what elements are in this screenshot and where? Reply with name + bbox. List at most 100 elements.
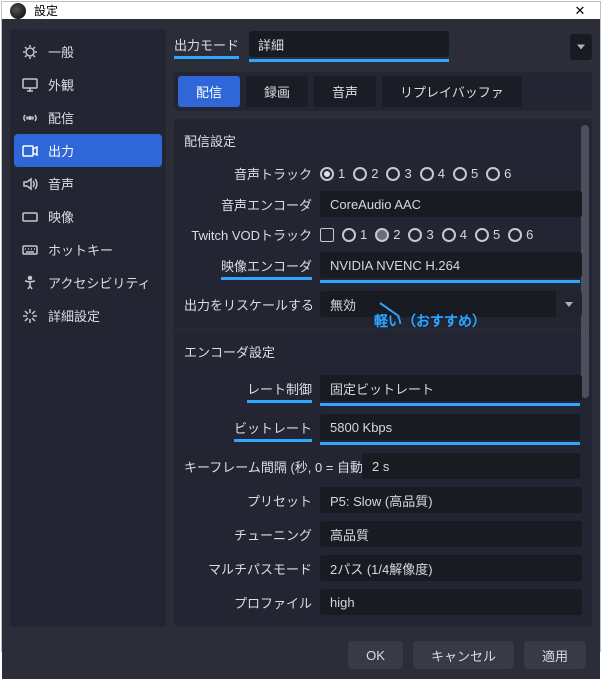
sidebar-item-label: 一般 bbox=[48, 42, 74, 61]
row-bitrate: ビットレート 5800 Kbps bbox=[184, 410, 582, 449]
close-icon[interactable]: ✕ bbox=[568, 3, 592, 19]
tab-stream[interactable]: 配信 bbox=[178, 76, 240, 107]
sidebar-item-label: ホットキー bbox=[48, 240, 113, 259]
output-mode-value: 詳細 bbox=[258, 35, 284, 54]
tab-audio[interactable]: 音声 bbox=[314, 76, 376, 107]
vod-track-2[interactable]: 2 bbox=[375, 227, 400, 242]
vod-track-1[interactable]: 1 bbox=[342, 227, 367, 242]
video-encoder-label: 映像エンコーダ bbox=[221, 256, 312, 280]
stream-group-title: 配信設定 bbox=[184, 127, 582, 160]
audio-track-2[interactable]: 2 bbox=[353, 166, 378, 181]
sidebar-item-label: 配信 bbox=[48, 108, 74, 127]
sidebar-item-hotkeys[interactable]: ホットキー bbox=[10, 233, 166, 266]
output-mode-caret[interactable] bbox=[570, 34, 592, 60]
audio-track-6[interactable]: 6 bbox=[486, 166, 511, 181]
apply-button[interactable]: 適用 bbox=[524, 641, 586, 669]
multipass-label: マルチパスモード bbox=[184, 559, 312, 578]
rate-control-select[interactable]: 固定ビットレート bbox=[320, 375, 582, 401]
rate-control-label: レート制御 bbox=[247, 379, 312, 403]
tab-replay[interactable]: リプレイバッファ bbox=[382, 76, 522, 107]
multipass-select[interactable]: 2パス (1/4解像度) bbox=[320, 555, 582, 581]
chevron-down-icon bbox=[556, 291, 582, 317]
audio-track-group: 1 2 3 4 5 6 bbox=[320, 166, 582, 181]
output-mode-row: 出力モード 詳細 bbox=[174, 29, 592, 72]
row-twitch-vod: Twitch VODトラック 1 2 3 4 5 6 bbox=[184, 221, 582, 248]
video-icon bbox=[22, 209, 38, 225]
row-audio-encoder: 音声エンコーダ CoreAudio AAC bbox=[184, 187, 582, 221]
row-rate-control: レート制御 固定ビットレート bbox=[184, 371, 582, 410]
row-multipass: マルチパスモード 2パス (1/4解像度) bbox=[184, 551, 582, 585]
settings-panel: 配信設定 音声トラック 1 2 3 4 5 6 音声エンコーダ bbox=[174, 119, 592, 627]
bitrate-field[interactable]: 5800 Kbps bbox=[320, 414, 582, 440]
vod-track-4[interactable]: 4 bbox=[442, 227, 467, 242]
sidebar-item-advanced[interactable]: 詳細設定 bbox=[10, 299, 166, 332]
output-mode-select[interactable]: 詳細 bbox=[249, 31, 449, 57]
client-area: 一般 外観 配信 出力 音声 bbox=[2, 19, 600, 679]
sidebar-item-label: 外観 bbox=[48, 75, 74, 94]
sidebar-item-label: 音声 bbox=[48, 174, 74, 193]
settings-window: 設定 ✕ 一般 外観 配信 出力 bbox=[1, 1, 601, 652]
sidebar-item-appearance[interactable]: 外観 bbox=[10, 68, 166, 101]
output-mode-label: 出力モード bbox=[174, 38, 239, 53]
obs-icon bbox=[10, 3, 26, 19]
scrollbar-thumb[interactable] bbox=[581, 125, 589, 398]
keyboard-icon bbox=[22, 242, 38, 258]
sidebar-item-audio[interactable]: 音声 bbox=[10, 167, 166, 200]
profile-label: プロファイル bbox=[184, 593, 312, 612]
keyframe-field[interactable]: 2 s bbox=[362, 453, 582, 479]
tab-record[interactable]: 録画 bbox=[246, 76, 308, 107]
audio-track-label: 音声トラック bbox=[184, 164, 312, 183]
row-keyframe: キーフレーム間隔 (秒, 0 = 自動) 2 s bbox=[184, 449, 582, 483]
bitrate-label: ビットレート bbox=[234, 418, 312, 442]
twitch-vod-group: 1 2 3 4 5 6 bbox=[342, 227, 533, 242]
vod-track-6[interactable]: 6 bbox=[508, 227, 533, 242]
speaker-icon bbox=[22, 176, 38, 192]
accessibility-icon bbox=[22, 275, 38, 291]
wrench-icon bbox=[22, 308, 38, 324]
rescale-label: 出力をリスケールする bbox=[184, 295, 312, 314]
separator bbox=[174, 329, 592, 330]
output-icon bbox=[22, 143, 38, 159]
tabs: 配信 録画 音声 リプレイバッファ bbox=[174, 72, 592, 111]
profile-select[interactable]: high bbox=[320, 589, 582, 615]
preset-label: プリセット bbox=[184, 491, 312, 510]
row-video-encoder: 映像エンコーダ NVIDIA NVENC H.264 bbox=[184, 248, 582, 287]
sidebar-item-output[interactable]: 出力 bbox=[14, 134, 162, 167]
tuning-label: チューニング bbox=[184, 525, 312, 544]
preset-select[interactable]: P5: Slow (高品質) bbox=[320, 487, 582, 513]
encoder-group-title: エンコーダ設定 bbox=[184, 338, 582, 371]
audio-track-4[interactable]: 4 bbox=[420, 166, 445, 181]
antenna-icon bbox=[22, 110, 38, 126]
main-pane: 出力モード 詳細 配信 録画 音声 リプレイバッファ bbox=[174, 29, 592, 627]
audio-track-1[interactable]: 1 bbox=[320, 166, 345, 181]
twitch-vod-checkbox[interactable] bbox=[320, 228, 334, 242]
row-audio-track: 音声トラック 1 2 3 4 5 6 bbox=[184, 160, 582, 187]
window-title: 設定 bbox=[34, 2, 568, 19]
row-preset: プリセット P5: Slow (高品質) bbox=[184, 483, 582, 517]
sidebar: 一般 外観 配信 出力 音声 bbox=[10, 29, 166, 627]
titlebar: 設定 ✕ bbox=[2, 2, 600, 19]
monitor-icon bbox=[22, 77, 38, 93]
twitch-vod-label: Twitch VODトラック bbox=[184, 225, 312, 244]
cancel-button[interactable]: キャンセル bbox=[413, 641, 514, 669]
sidebar-item-accessibility[interactable]: アクセシビリティ bbox=[10, 266, 166, 299]
tuning-select[interactable]: 高品質 bbox=[320, 521, 582, 547]
footer: OK キャンセル 適用 bbox=[2, 631, 600, 679]
video-encoder-select[interactable]: NVIDIA NVENC H.264 bbox=[320, 252, 582, 278]
audio-encoder-select[interactable]: CoreAudio AAC bbox=[320, 191, 582, 217]
audio-encoder-label: 音声エンコーダ bbox=[184, 195, 312, 214]
vod-track-3[interactable]: 3 bbox=[408, 227, 433, 242]
sidebar-item-label: 出力 bbox=[48, 141, 74, 160]
vod-track-5[interactable]: 5 bbox=[475, 227, 500, 242]
sidebar-item-general[interactable]: 一般 bbox=[10, 35, 166, 68]
audio-track-5[interactable]: 5 bbox=[453, 166, 478, 181]
sidebar-item-stream[interactable]: 配信 bbox=[10, 101, 166, 134]
sidebar-item-label: 映像 bbox=[48, 207, 74, 226]
gear-icon bbox=[22, 44, 38, 60]
rescale-select[interactable]: 無効 bbox=[320, 291, 582, 317]
sidebar-item-video[interactable]: 映像 bbox=[10, 200, 166, 233]
row-profile: プロファイル high bbox=[184, 585, 582, 619]
audio-track-3[interactable]: 3 bbox=[386, 166, 411, 181]
sidebar-item-label: 詳細設定 bbox=[48, 306, 100, 325]
ok-button[interactable]: OK bbox=[348, 641, 403, 669]
